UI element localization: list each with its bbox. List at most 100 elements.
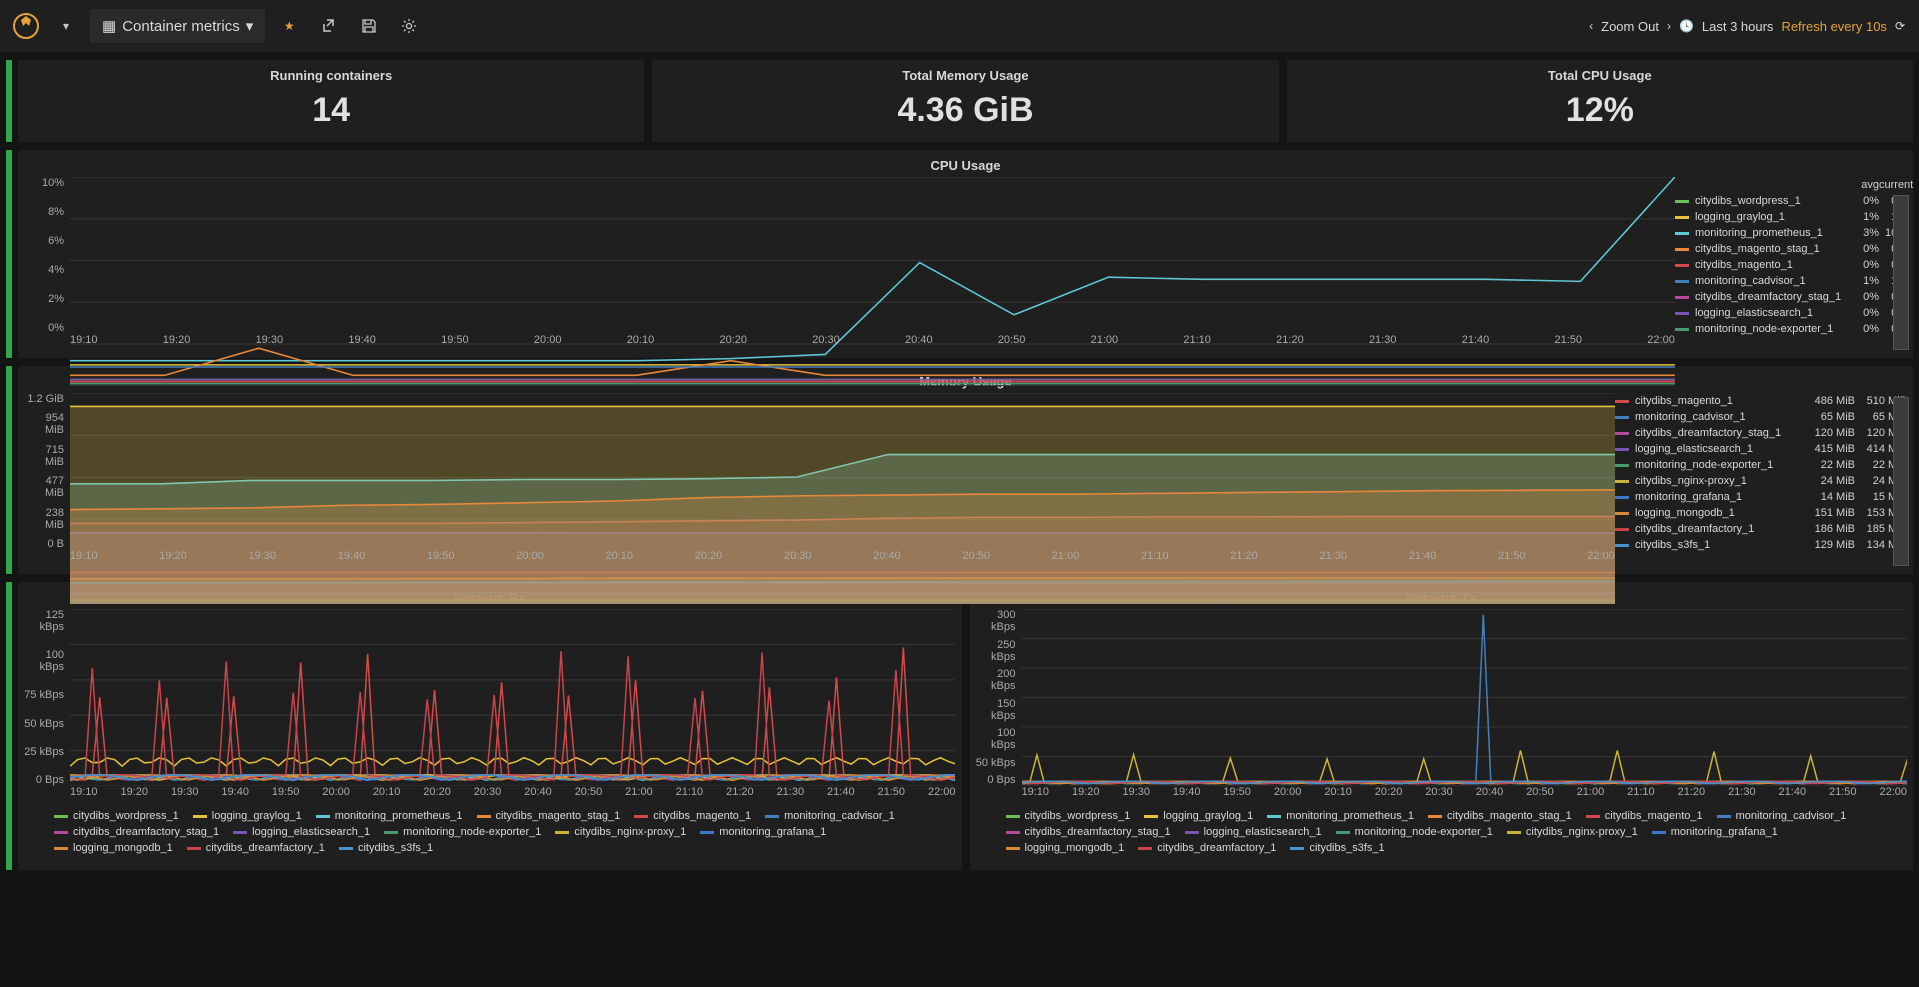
legend-item[interactable]: monitoring_cadvisor_1 — [765, 810, 895, 822]
legend-item[interactable]: citydibs_magento_1 0% 0% — [1675, 257, 1907, 273]
legend-item[interactable]: monitoring_node-exporter_1 22 MiB 22 MiB — [1615, 457, 1907, 473]
legend-label: citydibs_magento_stag_1 — [496, 810, 621, 822]
legend-item[interactable]: logging_mongodb_1 — [1006, 842, 1125, 854]
legend-item[interactable]: logging_mongodb_1 — [54, 842, 173, 854]
refresh-interval[interactable]: Refresh every 10s — [1781, 19, 1887, 34]
legend-label: citydibs_s3fs_1 — [358, 842, 433, 854]
legend-item[interactable]: monitoring_prometheus_1 — [316, 810, 463, 822]
legend-item[interactable]: citydibs_nginx-proxy_1 24 MiB 24 MiB — [1615, 473, 1907, 489]
legend-color-swatch — [1185, 831, 1199, 834]
scrollbar[interactable] — [1893, 397, 1909, 566]
gear-icon[interactable] — [393, 10, 425, 42]
legend-item[interactable]: citydibs_dreamfactory_1 — [187, 842, 325, 854]
legend-color-swatch — [1615, 448, 1629, 451]
legend-item[interactable]: citydibs_s3fs_1 — [339, 842, 433, 854]
legend-item[interactable]: logging_elasticsearch_1 415 MiB 414 MiB — [1615, 441, 1907, 457]
plot-area[interactable]: 125 kBps100 kBps75 kBps50 kBps25 kBps0 B… — [24, 609, 956, 804]
row-handle[interactable] — [6, 150, 12, 358]
panel-cpu-usage[interactable]: CPU Usage 10%8%6%4%2%0% 19:1019:2019:301… — [18, 150, 1913, 358]
legend-item[interactable]: monitoring_node-exporter_1 — [384, 826, 541, 838]
panel-network-rx[interactable]: Network Rx 125 kBps100 kBps75 kBps50 kBp… — [18, 582, 962, 870]
legend-item[interactable]: citydibs_s3fs_1 — [1290, 842, 1384, 854]
row-handle[interactable] — [6, 582, 12, 870]
legend-item[interactable]: citydibs_wordpress_1 — [54, 810, 179, 822]
legend-item[interactable]: citydibs_wordpress_1 — [1006, 810, 1131, 822]
share-icon[interactable] — [313, 10, 345, 42]
legend-label: citydibs_wordpress_1 — [73, 810, 179, 822]
legend-color-swatch — [555, 831, 569, 834]
panel-total-cpu-usage[interactable]: Total CPU Usage 12% — [1287, 60, 1913, 142]
legend-item[interactable]: citydibs_magento_1 — [1586, 810, 1703, 822]
legend-color-swatch — [700, 831, 714, 834]
legend-item[interactable]: citydibs_magento_stag_1 — [1428, 810, 1572, 822]
legend-item[interactable]: monitoring_prometheus_1 3% 10% — [1675, 225, 1907, 241]
legend-header-current[interactable]: current — [1879, 179, 1907, 191]
legend-item[interactable]: monitoring_grafana_1 — [700, 826, 826, 838]
y-axis: 1.2 GiB954 MiB715 MiB477 MiB238 MiB0 B — [24, 393, 70, 550]
legend-label: citydibs_wordpress_1 — [1025, 810, 1131, 822]
legend-item[interactable]: logging_elasticsearch_1 — [1185, 826, 1322, 838]
legend-item[interactable]: monitoring_cadvisor_1 65 MiB 65 MiB — [1615, 409, 1907, 425]
legend-item[interactable]: monitoring_cadvisor_1 — [1717, 810, 1847, 822]
refresh-icon[interactable]: ⟳ — [1895, 19, 1905, 33]
legend-item[interactable]: citydibs_wordpress_1 0% 0% — [1675, 193, 1907, 209]
legend-item[interactable]: citydibs_magento_1 — [634, 810, 751, 822]
plot-area[interactable]: 10%8%6%4%2%0% 19:1019:2019:3019:4019:502… — [24, 177, 1675, 352]
save-icon[interactable] — [353, 10, 385, 42]
legend-item[interactable]: logging_graylog_1 — [1144, 810, 1253, 822]
legend-item[interactable]: monitoring_node-exporter_1 0% 0% — [1675, 321, 1907, 337]
legend-avg: 22 MiB — [1803, 459, 1855, 471]
legend-item[interactable]: citydibs_dreamfactory_stag_1 0% 0% — [1675, 289, 1907, 305]
legend-color-swatch — [187, 847, 201, 850]
legend-item[interactable]: monitoring_prometheus_1 — [1267, 810, 1414, 822]
chevron-right-icon[interactable]: › — [1667, 19, 1671, 33]
plot-area[interactable]: 300 kBps250 kBps200 kBps150 kBps100 kBps… — [976, 609, 1908, 804]
legend-item[interactable]: citydibs_magento_1 486 MiB 510 MiB — [1615, 393, 1907, 409]
legend-item[interactable]: logging_graylog_1 1% 1% — [1675, 209, 1907, 225]
legend-item[interactable]: citydibs_dreamfactory_1 — [1138, 842, 1276, 854]
scrollbar[interactable] — [1893, 195, 1909, 350]
star-icon[interactable]: ★ — [273, 10, 305, 42]
legend-item[interactable]: citydibs_magento_stag_1 — [477, 810, 621, 822]
legend-item[interactable]: citydibs_magento_stag_1 0% 0% — [1675, 241, 1907, 257]
legend-item[interactable]: citydibs_dreamfactory_stag_1 — [1006, 826, 1171, 838]
grafana-logo[interactable] — [10, 10, 42, 42]
panel-memory-usage[interactable]: Memory Usage 1.2 GiB954 MiB715 MiB477 Mi… — [18, 366, 1913, 574]
legend-avg: 14 MiB — [1803, 491, 1855, 503]
legend-color-swatch — [1615, 528, 1629, 531]
panel-running-containers[interactable]: Running containers 14 — [18, 60, 644, 142]
legend-color-swatch — [1675, 280, 1689, 283]
row-handle[interactable] — [6, 366, 12, 574]
time-range[interactable]: Last 3 hours — [1702, 19, 1774, 34]
legend-item[interactable]: monitoring_grafana_1 14 MiB 15 MiB — [1615, 489, 1907, 505]
legend-item[interactable]: citydibs_dreamfactory_stag_1 120 MiB 120… — [1615, 425, 1907, 441]
legend-item[interactable]: logging_mongodb_1 151 MiB 153 MiB — [1615, 505, 1907, 521]
legend: avg current citydibs_wordpress_1 0% 0% l… — [1675, 177, 1907, 352]
legend-item[interactable]: monitoring_node-exporter_1 — [1336, 826, 1493, 838]
legend-item[interactable]: monitoring_grafana_1 — [1652, 826, 1778, 838]
legend-label: citydibs_dreamfactory_1 — [206, 842, 325, 854]
chevron-down-icon[interactable]: ▾ — [50, 10, 82, 42]
legend-label: monitoring_cadvisor_1 — [1736, 810, 1847, 822]
legend-item[interactable]: citydibs_dreamfactory_stag_1 — [54, 826, 219, 838]
legend-header-avg[interactable]: avg — [1851, 179, 1879, 191]
row-handle[interactable] — [6, 60, 12, 142]
chevron-left-icon[interactable]: ‹ — [1589, 19, 1593, 33]
legend-item[interactable]: citydibs_s3fs_1 129 MiB 134 MiB — [1615, 537, 1907, 553]
legend-item[interactable]: logging_graylog_1 — [193, 810, 302, 822]
chart-svg — [70, 177, 1675, 386]
legend-item[interactable]: citydibs_nginx-proxy_1 — [1507, 826, 1638, 838]
dashboard-picker[interactable]: ▦ Container metrics ▾ — [90, 9, 265, 43]
zoom-out-button[interactable]: Zoom Out — [1601, 19, 1659, 34]
legend-item[interactable]: monitoring_cadvisor_1 1% 1% — [1675, 273, 1907, 289]
panel-network-tx[interactable]: Network Tx 300 kBps250 kBps200 kBps150 k… — [970, 582, 1914, 870]
legend-label: citydibs_dreamfactory_stag_1 — [1635, 427, 1803, 439]
legend-item[interactable]: logging_elasticsearch_1 0% 0% — [1675, 305, 1907, 321]
plot-area[interactable]: 1.2 GiB954 MiB715 MiB477 MiB238 MiB0 B 1… — [24, 393, 1615, 568]
legend-item[interactable]: citydibs_dreamfactory_1 186 MiB 185 MiB — [1615, 521, 1907, 537]
legend-label: logging_mongodb_1 — [73, 842, 173, 854]
panel-total-memory-usage[interactable]: Total Memory Usage 4.36 GiB — [652, 60, 1278, 142]
legend-item[interactable]: logging_elasticsearch_1 — [233, 826, 370, 838]
legend-item[interactable]: citydibs_nginx-proxy_1 — [555, 826, 686, 838]
clock-icon: 🕓 — [1679, 19, 1694, 33]
